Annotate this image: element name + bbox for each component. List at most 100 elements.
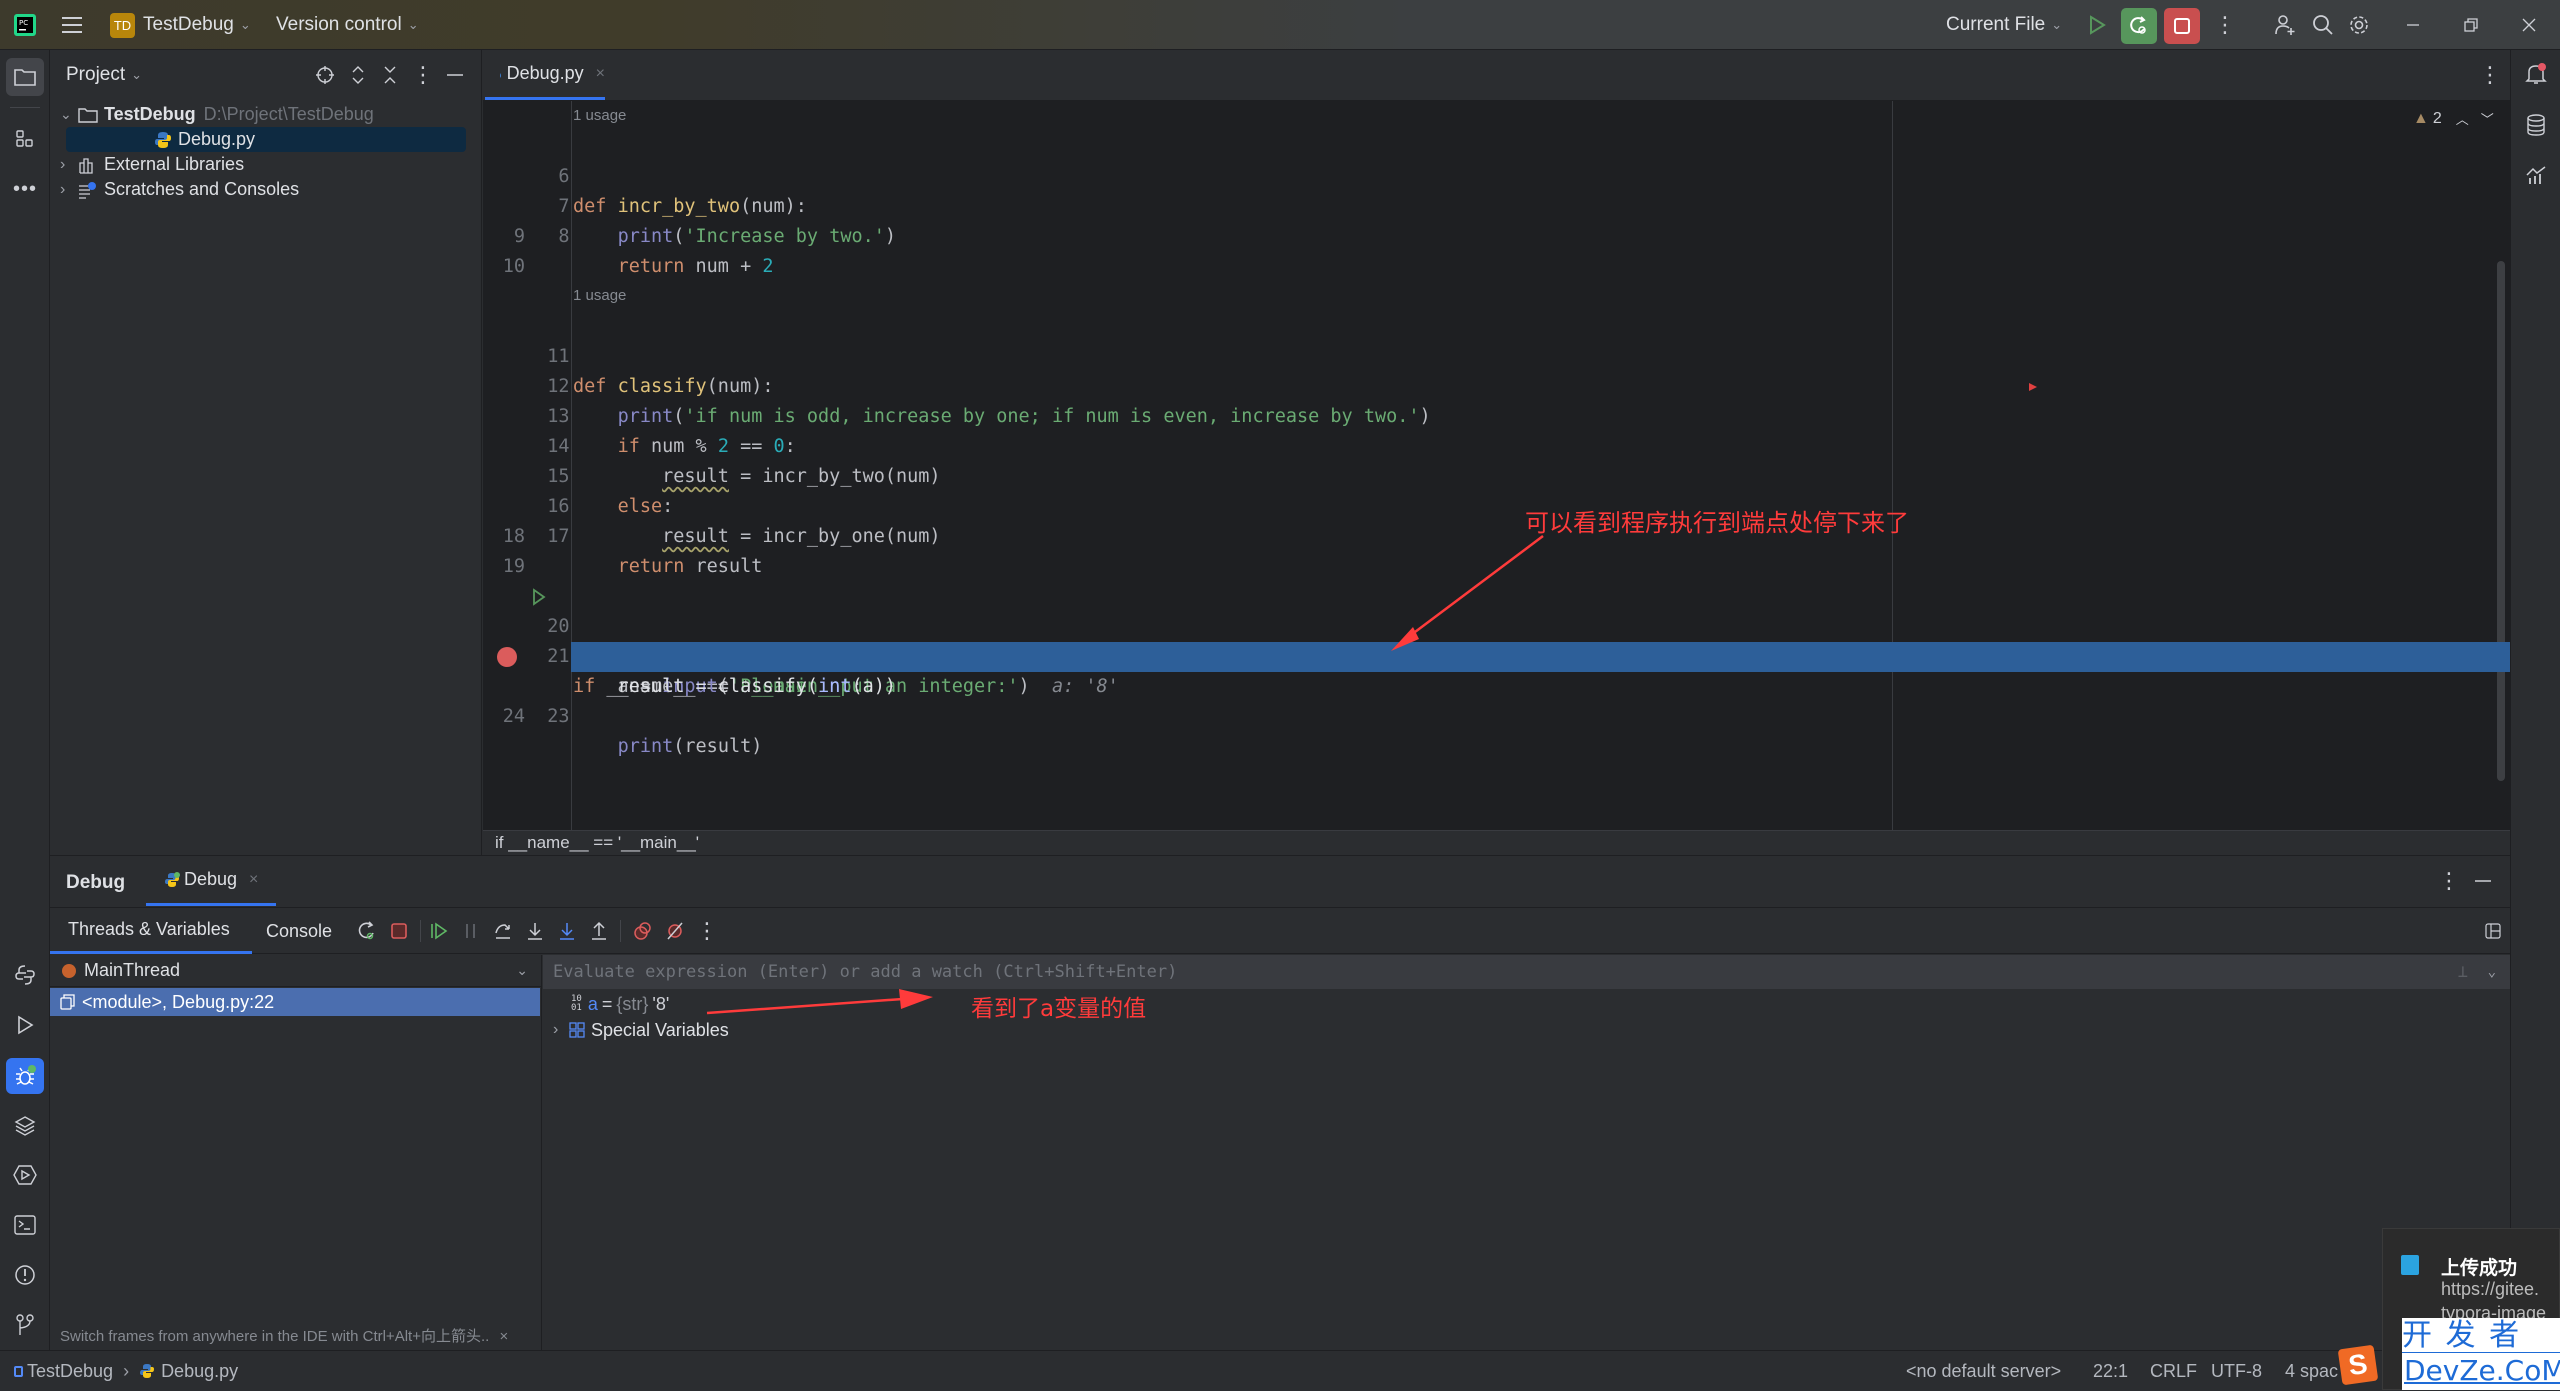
stop-icon[interactable] (2164, 8, 2200, 44)
services-icon[interactable] (12, 1162, 38, 1188)
pycharm-logo-icon[interactable]: PC (12, 12, 38, 38)
run-icon[interactable] (2084, 12, 2110, 38)
locate-file-icon[interactable] (312, 62, 338, 88)
layout-icon[interactable] (2480, 918, 2506, 944)
chevron-down-icon: ⌄ (60, 106, 72, 122)
debug-toolbar: Threads & Variables Console ⋮ (50, 908, 2510, 954)
divider (10, 107, 40, 108)
server-status[interactable]: <no default server> (1906, 1351, 2061, 1391)
restore-icon[interactable] (2458, 12, 2484, 38)
tree-item-debug-py[interactable]: Debug.py (66, 127, 466, 152)
run-config-selector[interactable]: Current File ⌄ (1946, 0, 2062, 50)
step-over-icon[interactable] (490, 918, 516, 944)
hide-panel-icon[interactable] (2470, 868, 2496, 894)
inspection-count: 2 (2432, 109, 2442, 127)
thread-selector[interactable]: MainThread ⌄ (50, 955, 542, 987)
expand-all-icon[interactable] (345, 62, 371, 88)
debug-icon[interactable] (6, 1058, 44, 1094)
close-icon[interactable] (2516, 12, 2542, 38)
editor-breadcrumb-bar: if __name__ == '__main__' (483, 830, 2510, 855)
chevron-down-icon: ⌄ (131, 67, 143, 82)
frames-panel: MainThread ⌄ <module>, Debug.py:22 Switc… (50, 955, 542, 1351)
run-icon[interactable] (12, 1012, 38, 1038)
file-encoding[interactable]: UTF-8 (2211, 1351, 2262, 1391)
tab-debug-py[interactable]: Debug.py × (485, 50, 605, 100)
search-icon[interactable] (2310, 12, 2336, 38)
git-icon[interactable] (12, 1312, 38, 1338)
debug-session-tab[interactable]: Debug × (146, 856, 276, 906)
project-selector[interactable]: TD TestDebug ⌄ (110, 0, 251, 50)
status-bar: TestDebug › Debug.py <no default server>… (0, 1350, 2560, 1390)
tab-console[interactable]: Console (266, 908, 332, 954)
mute-breakpoints-icon[interactable] (662, 918, 688, 944)
previous-highlight-icon[interactable]: ︿ (2456, 109, 2469, 128)
add-watch-icon[interactable]: ⊥ (2458, 962, 2468, 982)
watermark-line2: DevZe.CoM (2404, 1354, 2560, 1387)
variable-row-a[interactable]: 10 01 a = {str} '8' (571, 991, 669, 1017)
debug-panel-title: Debug (66, 872, 126, 893)
more-dots-icon[interactable]: ••• (12, 176, 38, 202)
hamburger-menu-icon[interactable] (60, 12, 86, 38)
special-variables-icon (569, 1022, 585, 1038)
tree-item-scratches[interactable]: › Scratches and Consoles (60, 177, 299, 202)
inspection-widget[interactable]: ▲ 2 ︿ ﹀ (2413, 109, 2494, 128)
project-title-label: Project (66, 64, 126, 85)
sohu-logo-icon: S (2337, 1344, 2379, 1386)
breadcrumb-item[interactable]: if __name__ == '__main__' (495, 833, 699, 853)
divider (420, 920, 421, 942)
stop-icon[interactable] (386, 918, 412, 944)
tab-threads-variables[interactable]: Threads & Variables (50, 908, 252, 954)
profiler-chart-icon[interactable] (2523, 162, 2549, 188)
minimize-icon[interactable] (2400, 12, 2426, 38)
step-into-icon[interactable] (522, 918, 548, 944)
pause-icon[interactable] (458, 918, 484, 944)
step-out-icon[interactable] (586, 918, 612, 944)
usage-hint[interactable]: 1 usage (573, 107, 626, 124)
more-icon[interactable]: ⋮ (2212, 12, 2238, 38)
collapse-all-icon[interactable] (377, 62, 403, 88)
step-into-my-code-icon[interactable] (554, 918, 580, 944)
options-icon[interactable]: ⋮ (410, 62, 436, 88)
frame-item[interactable]: <module>, Debug.py:22 (50, 988, 540, 1016)
rerun-icon[interactable] (354, 918, 380, 944)
resume-icon[interactable] (426, 918, 452, 944)
breadcrumb-file[interactable]: Debug.py (161, 1361, 238, 1382)
more-icon[interactable]: ⋮ (694, 918, 720, 944)
python-debug-icon (165, 871, 180, 887)
hide-panel-icon[interactable] (442, 62, 468, 88)
debug-options-icon[interactable]: ⋮ (2436, 868, 2462, 894)
project-panel-title[interactable]: Project ⌄ (66, 64, 142, 86)
indent-setting[interactable]: 4 spac (2285, 1351, 2338, 1391)
notifications-icon[interactable] (2523, 60, 2549, 88)
layers-icon[interactable] (12, 1112, 38, 1138)
database-icon[interactable] (2523, 112, 2549, 138)
next-highlight-icon[interactable]: ﹀ (2481, 109, 2494, 128)
terminal-icon[interactable] (12, 1212, 38, 1238)
breadcrumb-project[interactable]: TestDebug (27, 1361, 113, 1382)
add-user-icon[interactable] (2272, 12, 2298, 38)
vcs-selector[interactable]: Version control ⌄ (276, 0, 419, 50)
python-console-icon[interactable] (12, 962, 38, 988)
close-tab-icon[interactable]: × (596, 65, 605, 83)
app-icon (2401, 1255, 2419, 1275)
code-editor[interactable]: ▲ 2 ︿ ﹀ 1 usage 6 def incr_by_two(num): … (483, 101, 2510, 830)
status-breadcrumb[interactable]: TestDebug › Debug.py (14, 1351, 238, 1391)
settings-icon[interactable] (2346, 12, 2372, 38)
scratches-icon (79, 181, 96, 199)
structure-icon[interactable] (12, 126, 38, 152)
view-breakpoints-icon[interactable] (630, 918, 656, 944)
usage-hint[interactable]: 1 usage (573, 287, 626, 304)
tree-item-project-root[interactable]: ⌄ TestDebug D:\Project\TestDebug (60, 102, 374, 127)
caret-position[interactable]: 22:1 (2093, 1351, 2128, 1391)
tab-options-icon[interactable]: ⋮ (2477, 62, 2503, 88)
evaluate-expression-input[interactable]: Evaluate expression (Enter) or add a wat… (543, 955, 2510, 989)
rerun-debug-icon[interactable] (2121, 8, 2157, 44)
tree-item-external-libraries[interactable]: › External Libraries (60, 152, 244, 177)
line-ending[interactable]: CRLF (2150, 1351, 2197, 1391)
close-tab-icon[interactable]: × (249, 871, 258, 889)
project-folder-icon[interactable] (6, 58, 44, 96)
close-hint-icon[interactable]: × (499, 1328, 508, 1345)
problems-icon[interactable] (12, 1262, 38, 1288)
tree-item-label: Scratches and Consoles (104, 179, 300, 199)
breakpoint-icon[interactable] (497, 647, 517, 667)
